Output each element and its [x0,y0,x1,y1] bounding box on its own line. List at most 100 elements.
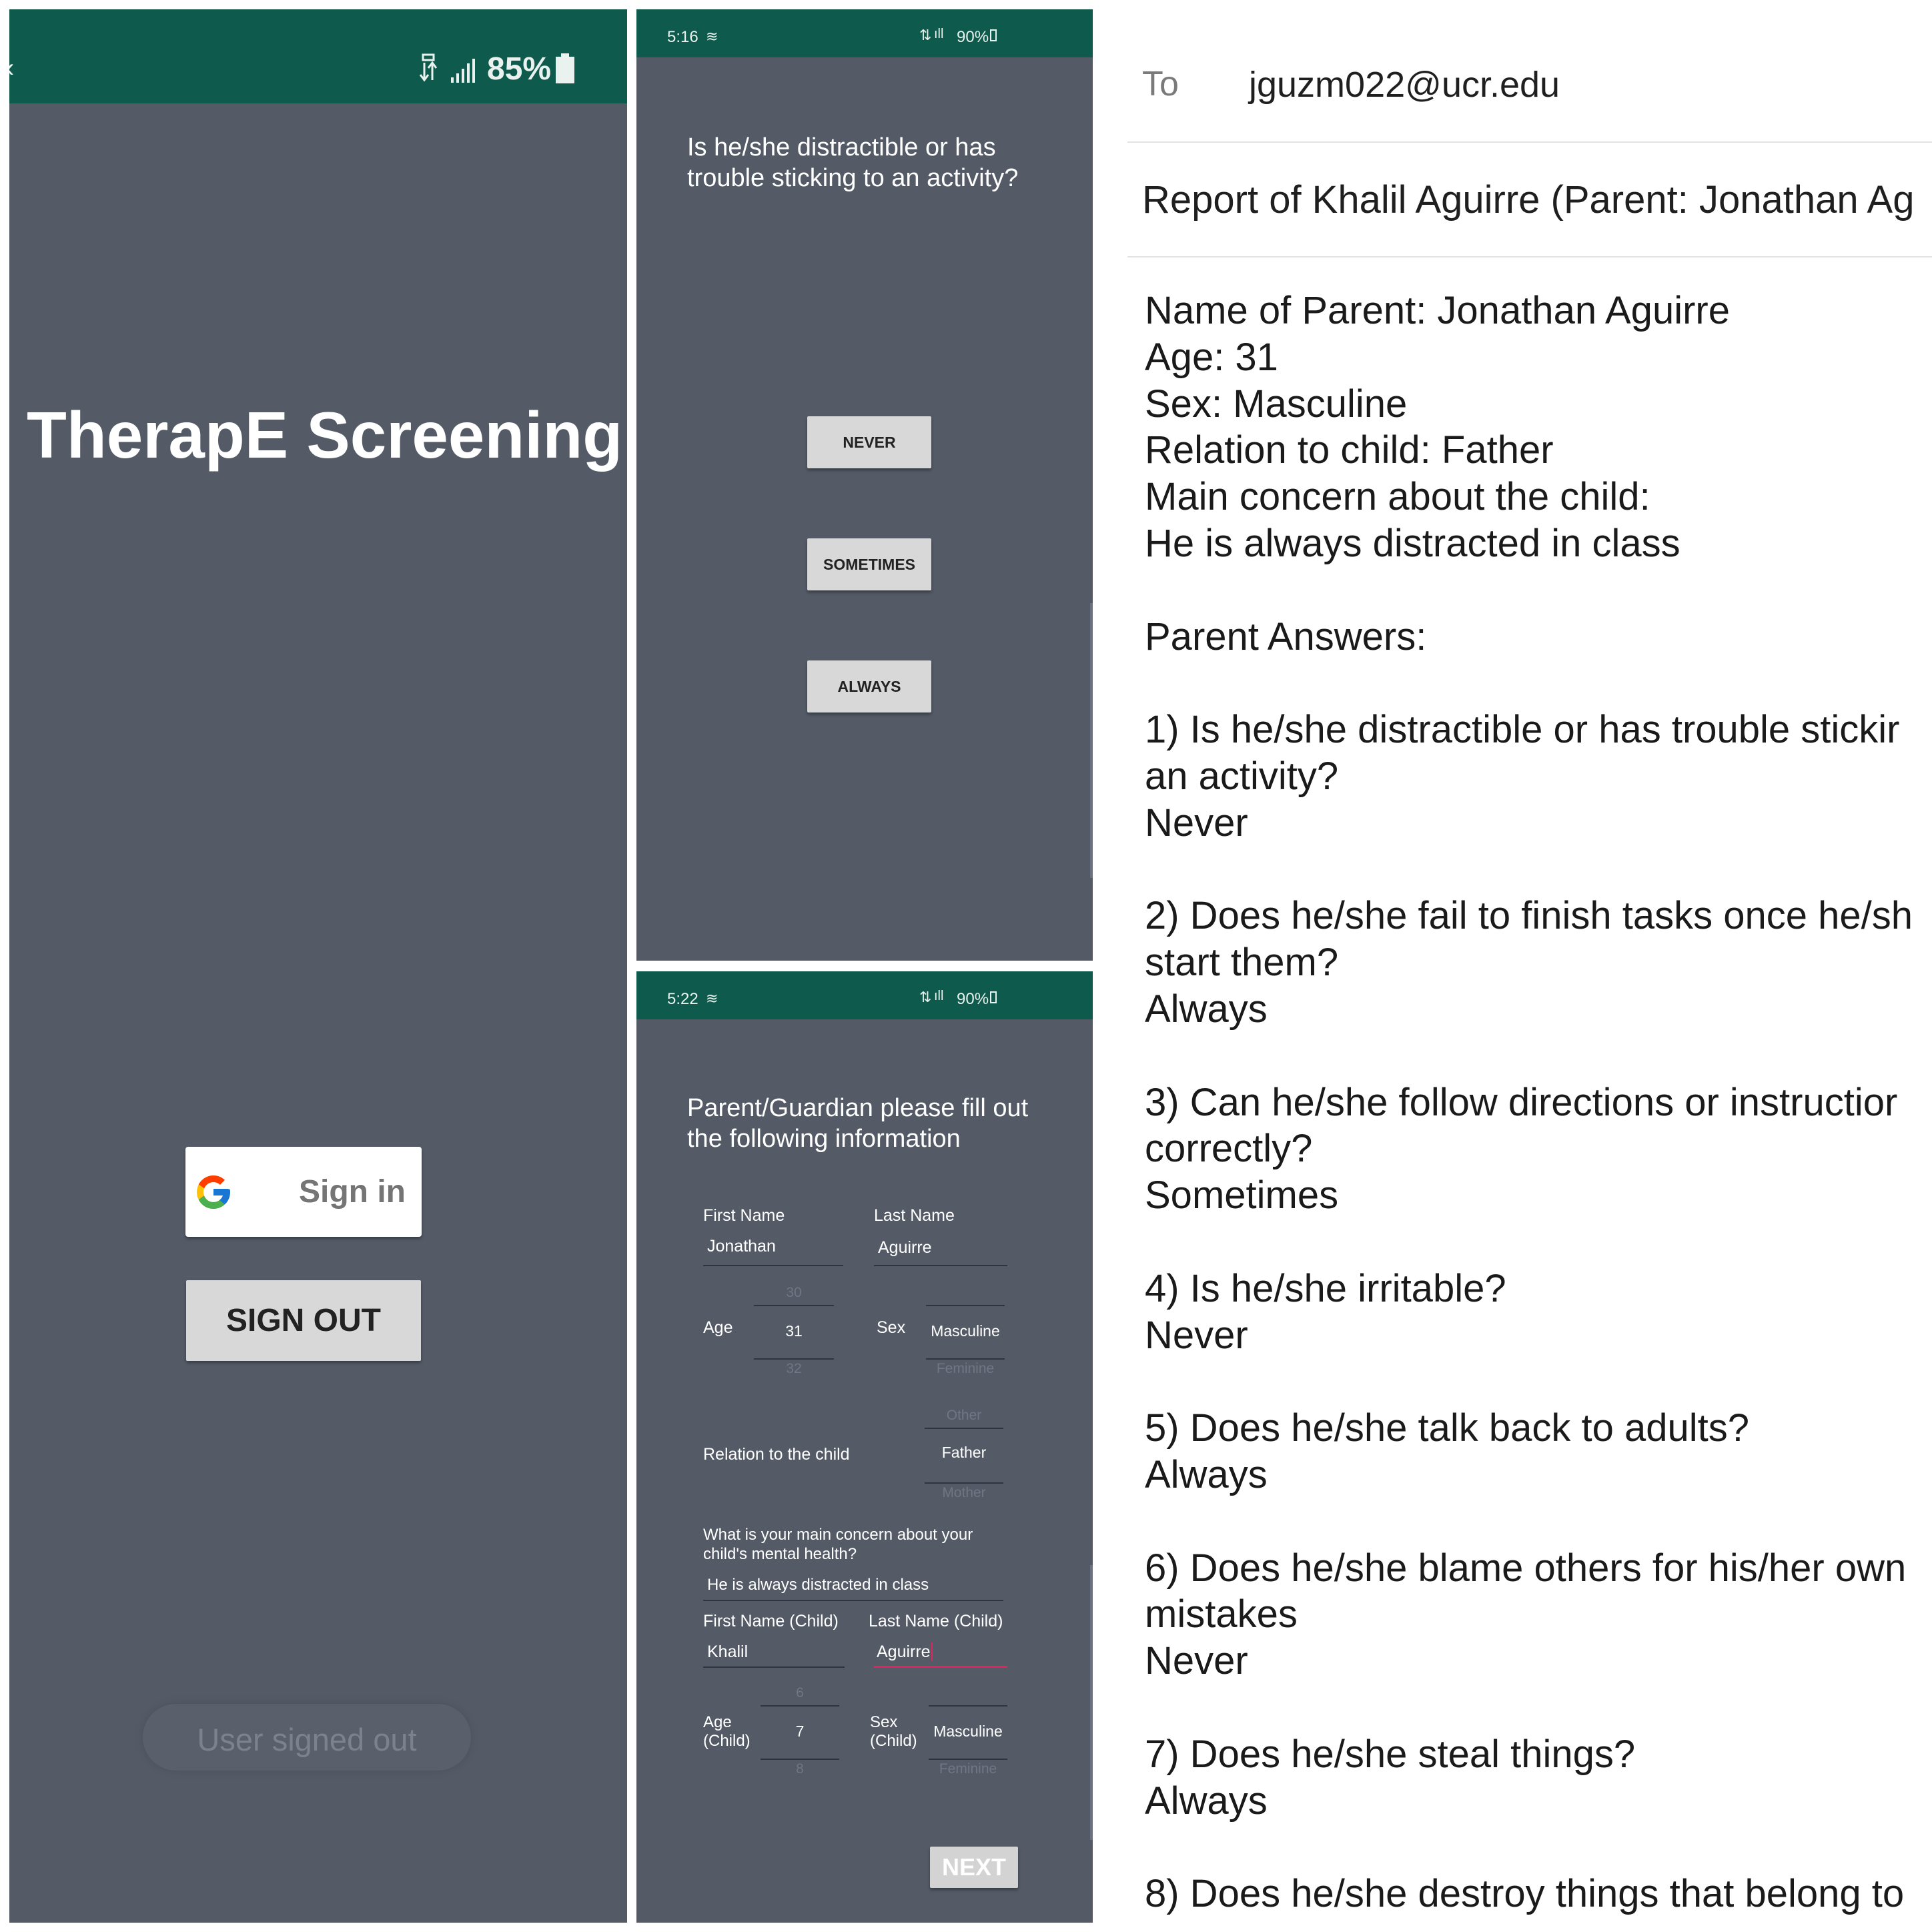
child-age-picker-divider-bottom [761,1759,839,1760]
first-name-field[interactable]: Jonathan [703,1233,843,1266]
sex-label: Sex [877,1318,906,1337]
concern-label: What is your main concern about your chi… [703,1525,973,1564]
child-age-picker[interactable]: 6 7 8 [761,1685,839,1779]
email-body-line: 1) Is he/she distractible or has trouble… [1145,708,1900,751]
screen-signin: ‹ 85% TherapE Screening Sign in SIGN OUT [9,9,627,1923]
relation-selected-option: Father [941,1444,987,1461]
to-divider [1127,141,1932,143]
email-body-line: Name of Parent: Jonathan Aguirre [1145,289,1730,332]
concern-underline [703,1600,1003,1601]
email-body-line: Main concern about the child: [1145,475,1650,518]
data-transfer-icon: ⇅ [919,989,932,1005]
age-label: Age [703,1318,733,1337]
child-sex-picker-divider-top [929,1705,1007,1707]
email-body-line: Relation to child: Father [1145,428,1554,472]
child-age-label-line-1: Age [703,1713,732,1731]
screen-question: 5:16 ≋ ⇅ ıll 90% Is he/she distractible … [636,9,1093,961]
child-first-name-field[interactable]: Khalil [703,1638,845,1668]
battery-icon [556,53,574,83]
back-chevron-icon[interactable]: ‹ [9,53,14,83]
email-body: Name of Parent: Jonathan Aguirre Age: 31 S… [1127,288,1932,1932]
age-picker[interactable]: 30 31 32 [754,1285,834,1378]
scrollbar[interactable] [1090,1565,1093,1840]
status-time: 5:16 [667,28,698,46]
relation-picker[interactable]: Other Father Mother [925,1408,1003,1508]
status-bar: 5:22 ≋ ⇅ ıll 90% [636,971,1093,1019]
status-time: 5:22 [667,990,698,1008]
sex-picker[interactable]: Masculine Feminine [926,1285,1005,1378]
signal-icon: ıll [934,989,944,1003]
child-last-name-label: Last Name (Child) [869,1612,1003,1630]
concern-field[interactable]: He is always distracted in class [703,1572,1003,1601]
form-heading-line-1: Parent/Guardian please fill out [687,1094,1029,1122]
relation-picker-divider-top [925,1428,1003,1429]
sign-in-label: Sign in [299,1174,406,1210]
last-name-value: Aguirre [878,1238,932,1257]
last-name-field[interactable]: Aguirre [874,1233,1007,1266]
email-body-line: Age: 31 [1145,336,1278,379]
email-body-line: 7) Does he/she steal things? [1145,1733,1636,1776]
child-sex-next-option: Feminine [939,1761,997,1777]
status-bar: ‹ 85% [9,9,627,103]
to-address[interactable]: jguzm022@ucr.edu [1249,64,1560,105]
email-body-line: Never [1145,1639,1248,1682]
email-body-line: 8) Does he/she destroy things that belon… [1145,1872,1905,1915]
app-title: TherapE Screening [27,398,623,472]
relation-picker-divider-bottom [925,1482,1003,1484]
child-age-next-option: 8 [796,1761,804,1777]
email-body-line: Never [1145,1314,1248,1357]
text-cursor [931,1642,933,1661]
child-sex-label-line-2: (Child) [870,1732,917,1750]
form-heading: Parent/Guardian please fill out the foll… [687,1093,1028,1154]
email-body-line: Always [1145,987,1268,1031]
battery-icon [990,29,997,41]
age-selected-option: 31 [785,1322,803,1340]
child-first-name-value: Khalil [707,1642,749,1661]
first-name-value: Jonathan [707,1237,776,1256]
sign-out-button[interactable]: SIGN OUT [186,1280,421,1361]
signal-icon: ıll [934,27,944,41]
email-body-line: 6) Does he/she blame others for his/her … [1145,1546,1907,1590]
toast-message: User signed out [143,1704,471,1771]
child-age-selected-option: 7 [795,1723,805,1740]
question-text: Is he/she distractible or has trouble st… [687,132,1018,193]
answer-never-button[interactable]: NEVER [807,416,931,468]
data-transfer-icon [419,53,438,82]
relation-next-option: Mother [942,1485,986,1500]
email-body-line: 3) Can he/she follow directions or instr… [1145,1081,1898,1124]
sex-selected-option: Masculine [931,1322,1000,1340]
child-sex-selected-option: Masculine [933,1723,1003,1740]
question-line-2: trouble sticking to an activity? [687,164,1019,192]
child-sex-label: Sex (Child) [870,1713,917,1751]
next-button[interactable]: NEXT [930,1847,1018,1888]
age-picker-divider-top [754,1305,834,1306]
answer-sometimes-button[interactable]: SOMETIMES [807,538,931,590]
sex-picker-divider-bottom [926,1358,1005,1360]
google-logo-icon [197,1175,230,1209]
battery-icon [990,991,997,1003]
scrollbar[interactable] [1090,603,1093,878]
sex-picker-divider-top [926,1305,1005,1306]
child-last-name-field[interactable]: Aguirre [874,1638,1007,1668]
concern-label-line-2: child's mental health? [703,1545,857,1563]
child-first-name-underline [703,1666,845,1668]
battery-percent: 90% [957,28,989,46]
child-age-label-line-2: (Child) [703,1732,751,1750]
concern-label-line-1: What is your main concern about your [703,1526,973,1544]
email-body-line: 2) Does he/she fail to finish tasks once… [1145,894,1913,937]
google-sign-in-button[interactable]: Sign in [185,1147,422,1237]
email-body-line: correctly? [1145,1127,1313,1170]
age-picker-divider-bottom [754,1358,834,1360]
status-bar: 5:16 ≋ ⇅ ıll 90% [636,9,1093,57]
battery-percent: 90% [957,990,989,1008]
signal-icon [451,59,475,83]
answer-always-button[interactable]: ALWAYS [807,660,931,712]
email-body-line: an activity? [1145,755,1339,798]
age-next-option: 32 [786,1361,802,1376]
first-name-underline [703,1265,843,1266]
email-body-line: Sex: Masculine [1145,382,1408,426]
age-prev-option: 30 [786,1285,802,1300]
email-body-line: mistakes [1145,1592,1298,1636]
email-body-line: 4) Is he/she irritable? [1145,1267,1506,1310]
child-sex-picker[interactable]: Masculine Feminine [929,1685,1007,1779]
